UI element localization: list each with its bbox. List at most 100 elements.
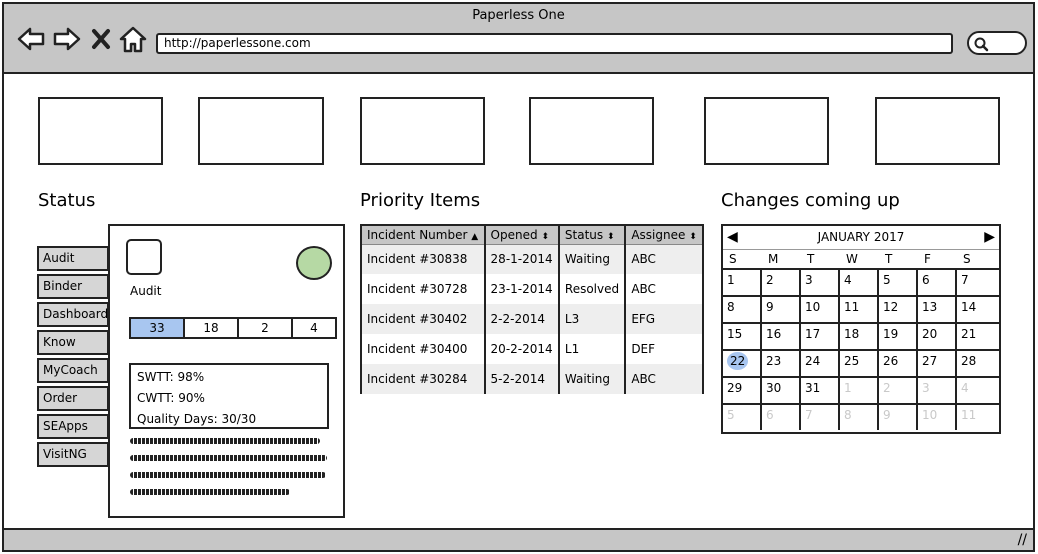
calendar-day-number: 22 <box>727 352 749 370</box>
counter-item[interactable]: 2 <box>239 319 293 337</box>
tab-know[interactable]: Know <box>37 330 109 355</box>
counter-item[interactable]: 4 <box>293 319 335 337</box>
tab-visitng[interactable]: VisitNG <box>37 442 109 467</box>
calendar-day[interactable]: 5 <box>879 270 918 295</box>
next-month-icon[interactable]: ▶ <box>984 229 995 245</box>
tab-dashboard[interactable]: Dashboard <box>37 302 109 327</box>
cell-opened: 28-1-2014 <box>484 244 560 274</box>
calendar-day[interactable]: 11 <box>957 405 996 430</box>
back-arrow-icon[interactable] <box>16 25 46 53</box>
placeholder-tile[interactable] <box>38 97 163 165</box>
calendar-day[interactable]: 4 <box>957 378 996 403</box>
calendar-day[interactable]: 22 <box>723 351 762 376</box>
calendar-day-number: 26 <box>883 354 899 368</box>
column-header-assignee[interactable]: Assignee ⬍ <box>625 226 702 245</box>
search-box[interactable] <box>967 31 1027 55</box>
calendar-day[interactable]: 19 <box>879 324 918 349</box>
calendar-day[interactable]: 14 <box>957 297 996 322</box>
calendar-day[interactable]: 11 <box>840 297 879 322</box>
calendar: ◀ JANUARY 2017 ▶ S M T W T F S 123456789… <box>721 224 1001 434</box>
calendar-day[interactable]: 9 <box>762 297 801 322</box>
scribble-text <box>130 455 327 461</box>
home-icon[interactable] <box>118 25 148 53</box>
calendar-day[interactable]: 30 <box>762 378 801 403</box>
calendar-day-number: 9 <box>883 408 891 422</box>
url-input[interactable]: http://paperlessone.com <box>156 33 953 54</box>
calendar-day-number: 14 <box>961 300 977 314</box>
counter-item[interactable]: 33 <box>131 319 185 337</box>
calendar-day[interactable]: 9 <box>879 405 918 430</box>
calendar-day[interactable]: 2 <box>762 270 801 295</box>
audit-icon[interactable] <box>126 239 162 275</box>
column-header-incident[interactable]: Incident Number ▲ <box>362 226 486 245</box>
calendar-day[interactable]: 21 <box>957 324 996 349</box>
calendar-week: 29 30 31 1 2 3 4 <box>723 376 999 403</box>
calendar-day[interactable]: 3 <box>801 270 840 295</box>
forward-arrow-icon[interactable] <box>52 25 82 53</box>
calendar-day[interactable]: 31 <box>801 378 840 403</box>
calendar-day[interactable]: 8 <box>840 405 879 430</box>
weekday-label: T <box>885 252 893 266</box>
calendar-day[interactable]: 29 <box>723 378 762 403</box>
sort-icon: ⬍ <box>606 231 615 242</box>
placeholder-tile[interactable] <box>360 97 485 165</box>
calendar-day[interactable]: 4 <box>840 270 879 295</box>
tab-mycoach[interactable]: MyCoach <box>37 358 109 383</box>
calendar-day-number: 11 <box>844 300 860 314</box>
calendar-day[interactable]: 6 <box>762 405 801 430</box>
calendar-day[interactable]: 24 <box>801 351 840 376</box>
cell-assignee: ABC <box>625 244 702 274</box>
tab-seapps[interactable]: SEApps <box>37 414 109 439</box>
calendar-day[interactable]: 17 <box>801 324 840 349</box>
resize-grip-icon[interactable]: // <box>1018 532 1027 548</box>
calendar-week: 5 6 7 8 9 10 11 <box>723 403 999 430</box>
audit-label: Audit <box>130 284 162 298</box>
placeholder-tile[interactable] <box>704 97 829 165</box>
calendar-day[interactable]: 2 <box>879 378 918 403</box>
calendar-day[interactable]: 3 <box>918 378 957 403</box>
placeholder-tile[interactable] <box>529 97 654 165</box>
calendar-day[interactable]: 20 <box>918 324 957 349</box>
calendar-day[interactable]: 1 <box>840 378 879 403</box>
calendar-day[interactable]: 13 <box>918 297 957 322</box>
calendar-day-number: 4 <box>961 381 969 395</box>
calendar-day[interactable]: 26 <box>879 351 918 376</box>
sort-icon: ⬍ <box>541 231 549 242</box>
calendar-day[interactable]: 27 <box>918 351 957 376</box>
calendar-day-number: 17 <box>805 327 821 341</box>
tab-binder[interactable]: Binder <box>37 274 109 299</box>
table-row[interactable]: Incident #30838 28-1-2014 Waiting ABC <box>362 244 702 274</box>
calendar-day[interactable]: 1 <box>723 270 762 295</box>
tab-audit[interactable]: Audit <box>37 246 109 271</box>
calendar-week: 22 23 24 25 26 27 28 <box>723 349 999 376</box>
weekday-label: S <box>963 252 971 266</box>
table-row[interactable]: Incident #30728 23-1-2014 Resolved ABC <box>362 274 702 304</box>
calendar-day[interactable]: 18 <box>840 324 879 349</box>
prev-month-icon[interactable]: ◀ <box>727 229 738 245</box>
calendar-day[interactable]: 7 <box>801 405 840 430</box>
calendar-day-number: 15 <box>727 327 743 341</box>
close-icon[interactable] <box>90 25 112 53</box>
calendar-day[interactable]: 25 <box>840 351 879 376</box>
calendar-day[interactable]: 7 <box>957 270 996 295</box>
calendar-day[interactable]: 28 <box>957 351 996 376</box>
calendar-day[interactable]: 5 <box>723 405 762 430</box>
counter-item[interactable]: 18 <box>185 319 239 337</box>
column-header-opened[interactable]: Opened ⬍ <box>484 226 560 245</box>
placeholder-tile[interactable] <box>198 97 324 165</box>
calendar-day[interactable]: 12 <box>879 297 918 322</box>
table-row[interactable]: Incident #30400 20-2-2014 L1 DEF <box>362 334 702 364</box>
calendar-day[interactable]: 8 <box>723 297 762 322</box>
calendar-day[interactable]: 15 <box>723 324 762 349</box>
column-header-status[interactable]: Status ⬍ <box>558 226 627 245</box>
table-row[interactable]: Incident #30284 5-2-2014 Waiting ABC <box>362 364 702 394</box>
calendar-day[interactable]: 6 <box>918 270 957 295</box>
cell-assignee: DEF <box>631 342 656 356</box>
calendar-day[interactable]: 16 <box>762 324 801 349</box>
tab-order[interactable]: Order <box>37 386 109 411</box>
calendar-day[interactable]: 10 <box>918 405 957 430</box>
table-row[interactable]: Incident #30402 2-2-2014 L3 EFG <box>362 304 702 334</box>
calendar-day[interactable]: 23 <box>762 351 801 376</box>
placeholder-tile[interactable] <box>875 97 1000 165</box>
calendar-day[interactable]: 10 <box>801 297 840 322</box>
